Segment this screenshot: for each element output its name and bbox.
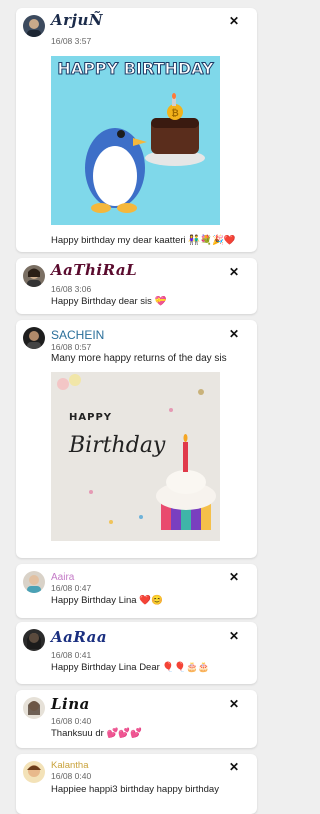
close-button[interactable]: ✕: [229, 15, 239, 27]
author-name[interactable]: ArjuÑ: [51, 11, 103, 29]
comment-card: AaThiRaL 16/08 3:06 ✕ Happy Birthday dea…: [16, 258, 257, 314]
birthday-cupcake-image[interactable]: HAPPY Birthday: [51, 372, 220, 541]
svg-text:₿: ₿: [171, 108, 178, 119]
penguin-cake-illustration: HAPPY BIRTHDAY ₿: [51, 56, 220, 225]
banner-text: HAPPY BIRTHDAY: [57, 59, 214, 78]
timestamp: 16/08 0:41: [51, 650, 92, 660]
author-name[interactable]: Kalantha: [51, 760, 89, 771]
close-button[interactable]: ✕: [229, 328, 239, 340]
birthday-penguin-image[interactable]: HAPPY BIRTHDAY ₿: [51, 56, 220, 225]
avatar[interactable]: [23, 15, 45, 37]
author-name[interactable]: Lina: [51, 695, 90, 713]
comment-card: SACHEIN 16/08 0:57 ✕ Many more happy ret…: [16, 320, 257, 558]
timestamp: 16/08 3:57: [51, 36, 92, 46]
timestamp: 16/08 3:06: [51, 284, 92, 294]
avatar[interactable]: [23, 265, 45, 287]
avatar[interactable]: [23, 697, 45, 719]
card-script: Birthday: [68, 433, 166, 458]
comment-text: Happiee happi3 birthday happy birthday: [51, 784, 219, 795]
close-button[interactable]: ✕: [229, 266, 239, 278]
author-name[interactable]: AaThiRaL: [51, 261, 137, 279]
author-name[interactable]: SACHEIN: [51, 328, 104, 342]
comment-text: Happy birthday my dear kaatteri 👫💐🎉❤️: [51, 235, 236, 246]
avatar[interactable]: [23, 327, 45, 349]
timestamp: 16/08 0:40: [51, 716, 92, 726]
comment-text: Happy Birthday Lina ❤️😊: [51, 595, 163, 606]
comment-text: Many more happy returns of the day sis: [51, 353, 227, 364]
close-button[interactable]: ✕: [229, 630, 239, 642]
author-name[interactable]: Aaira: [51, 572, 74, 583]
timestamp: 16/08 0:47: [51, 583, 92, 593]
close-button[interactable]: ✕: [229, 698, 239, 710]
comment-card: Lina 16/08 0:40 ✕ Thanksuu dr 💕💕💕: [16, 690, 257, 748]
comment-text: Happy Birthday dear sis 💝: [51, 296, 167, 307]
comment-card: Aaira 16/08 0:47 ✕ Happy Birthday Lina ❤…: [16, 564, 257, 618]
avatar[interactable]: [23, 571, 45, 593]
comment-card: Kalantha 16/08 0:40 ✕ Happiee happi3 bir…: [16, 754, 257, 814]
avatar[interactable]: [23, 629, 45, 651]
comment-text: Thanksuu dr 💕💕💕: [51, 728, 142, 739]
comment-feed: ArjuÑ 16/08 3:57 ✕ HAPPY BIRTHDAY ₿ Happ…: [0, 0, 273, 814]
comment-card: ArjuÑ 16/08 3:57 ✕ HAPPY BIRTHDAY ₿ Happ…: [16, 8, 257, 252]
timestamp: 16/08 0:40: [51, 771, 92, 781]
comment-text: Happy Birthday Lina Dear 🎈🎈🎂🎂: [51, 662, 210, 673]
author-name[interactable]: AaRaa: [51, 628, 107, 646]
comment-card: AaRaa 16/08 0:41 ✕ Happy Birthday Lina D…: [16, 622, 257, 684]
close-button[interactable]: ✕: [229, 571, 239, 583]
avatar[interactable]: [23, 761, 45, 783]
close-button[interactable]: ✕: [229, 761, 239, 773]
timestamp: 16/08 0:57: [51, 342, 92, 352]
card-heading: HAPPY: [69, 412, 112, 423]
cupcake-illustration: HAPPY Birthday: [51, 372, 220, 541]
